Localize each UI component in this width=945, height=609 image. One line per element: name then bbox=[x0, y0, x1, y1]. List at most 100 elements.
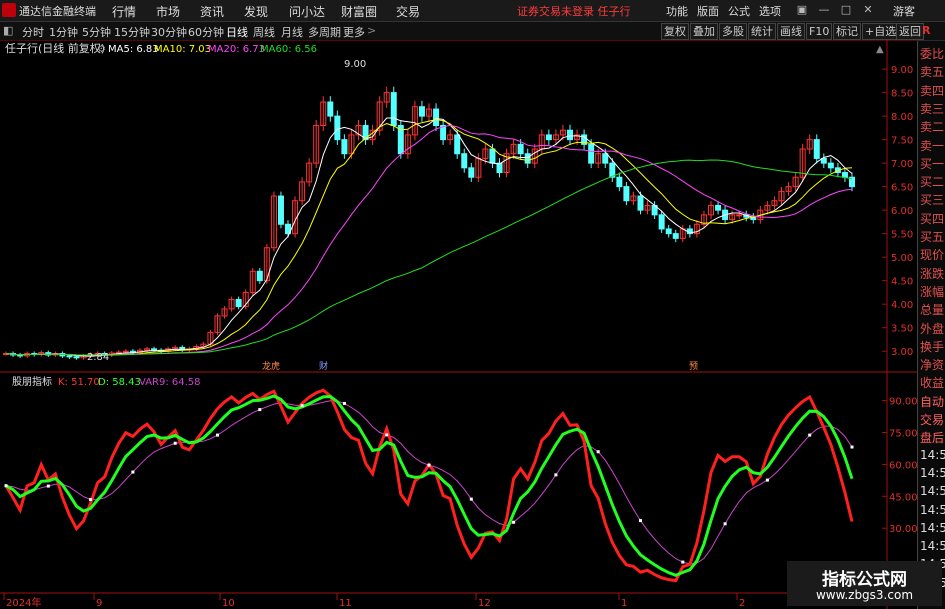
menu-trade[interactable]: 交易 bbox=[396, 3, 420, 20]
side-label: 14:56 bbox=[920, 447, 945, 462]
f10-button[interactable]: F10 bbox=[806, 23, 833, 40]
menu-market[interactable]: 行情 bbox=[112, 3, 136, 20]
add-watchlist-button[interactable]: +自选 bbox=[862, 23, 900, 40]
chevron-right-icon[interactable]: > bbox=[367, 24, 376, 37]
menu-bar: 通达信金融终端 行情 市场 资讯 发现 问小达 财富圈 交易 证券交易未登录 任… bbox=[0, 0, 945, 22]
ma5-label: MA5: 6.83 bbox=[108, 44, 159, 55]
candle-body bbox=[827, 162, 834, 169]
candle-body bbox=[567, 129, 573, 141]
var9-marker bbox=[427, 463, 431, 467]
side-label: 14:56 bbox=[920, 484, 945, 499]
low-marker: 2.84 bbox=[87, 352, 109, 363]
sidebar-toggle-icon[interactable]: ◧ bbox=[3, 24, 13, 37]
side-label: 卖四 bbox=[920, 83, 945, 98]
price-tick-label: 4.00 bbox=[891, 300, 913, 311]
menu-guest[interactable]: 游客 bbox=[893, 3, 915, 19]
candle-body bbox=[736, 214, 743, 217]
overlay-button[interactable]: 叠加 bbox=[690, 23, 718, 40]
side-label: 14:56 bbox=[920, 465, 945, 480]
price-tick-label: 3.00 bbox=[891, 347, 913, 358]
side-label: 换手 bbox=[920, 339, 945, 354]
candle-body bbox=[151, 348, 158, 351]
tab-multi-period[interactable]: 多周期 bbox=[308, 24, 341, 40]
indicator-d: D: 58.43 bbox=[98, 377, 141, 388]
draw-button[interactable]: 画线 bbox=[777, 23, 805, 40]
var9-marker bbox=[258, 408, 262, 412]
tab-more[interactable]: 更多 bbox=[343, 24, 365, 40]
tab-monthly[interactable]: 月线 bbox=[281, 24, 303, 40]
var9-marker bbox=[4, 484, 8, 488]
candle-body bbox=[122, 350, 129, 353]
event-dragon-tiger[interactable]: 龙虎 bbox=[262, 360, 280, 372]
tab-30min[interactable]: 30分钟 bbox=[151, 24, 187, 40]
candle-body bbox=[813, 139, 820, 159]
settings-icon[interactable]: ⚙ bbox=[97, 44, 106, 55]
side-label: 14:56 bbox=[920, 539, 945, 554]
tab-15min[interactable]: 15分钟 bbox=[114, 24, 150, 40]
high-marker: 9.00 bbox=[344, 59, 366, 70]
tab-daily[interactable]: 日线 bbox=[226, 24, 248, 40]
tab-intraday[interactable]: 分时 bbox=[22, 24, 44, 40]
login-notice[interactable]: 证券交易未登录 任子行 bbox=[517, 3, 631, 19]
tab-weekly[interactable]: 周线 bbox=[253, 24, 275, 40]
skin-icon[interactable]: ▣ bbox=[795, 3, 809, 17]
candle-body bbox=[545, 134, 552, 141]
candle-body bbox=[418, 106, 425, 117]
menu-function[interactable]: 功能 bbox=[666, 3, 688, 19]
tab-1min[interactable]: 1分钟 bbox=[49, 24, 78, 40]
maximize-icon[interactable]: □ bbox=[839, 3, 853, 17]
menu-markets[interactable]: 市场 bbox=[156, 3, 180, 20]
side-label: 现价 bbox=[920, 248, 945, 263]
var9-marker bbox=[46, 484, 50, 488]
var9-marker bbox=[342, 401, 346, 405]
side-label: 卖一 bbox=[920, 138, 945, 153]
panel-r-label[interactable]: R bbox=[922, 24, 930, 37]
indicator-k: K: 51.70 bbox=[58, 377, 100, 388]
side-label: 净资 bbox=[920, 358, 945, 373]
indicator-tick-label: 90.00 bbox=[889, 397, 917, 408]
mark-button[interactable]: 标记 bbox=[833, 23, 861, 40]
menu-wealth[interactable]: 财富圈 bbox=[341, 3, 377, 20]
event-finance[interactable]: 财 bbox=[319, 360, 328, 372]
event-forecast[interactable]: 预 bbox=[689, 361, 698, 372]
price-tick-label: 7.50 bbox=[891, 136, 913, 147]
chart-area[interactable]: 任子行(日线 前复权) ⚙ MA5: 6.83 MA10: 7.03 MA20:… bbox=[0, 40, 917, 609]
tab-60min[interactable]: 60分钟 bbox=[188, 24, 224, 40]
side-label: 外盘 bbox=[920, 321, 945, 336]
date-label: 2024年 bbox=[6, 596, 41, 609]
candle-body bbox=[665, 228, 672, 235]
close-icon[interactable]: ✕ bbox=[861, 3, 875, 17]
price-tick-label: 3.50 bbox=[891, 324, 913, 335]
menu-options[interactable]: 选项 bbox=[759, 3, 781, 19]
candle-body bbox=[616, 176, 623, 188]
indicator-tick-label: 75.00 bbox=[889, 429, 917, 440]
menu-ask[interactable]: 问小达 bbox=[289, 3, 325, 20]
side-label: 买四 bbox=[920, 211, 945, 226]
minimize-icon[interactable]: — bbox=[817, 3, 831, 17]
back-button[interactable]: 返回 bbox=[896, 23, 924, 40]
stats-button[interactable]: 统计 bbox=[748, 23, 776, 40]
adjust-button[interactable]: 复权 bbox=[661, 23, 689, 40]
menu-layout[interactable]: 版面 bbox=[697, 3, 719, 19]
tab-5min[interactable]: 5分钟 bbox=[82, 24, 111, 40]
var9-marker bbox=[512, 520, 516, 524]
side-label: 买一 bbox=[920, 156, 945, 171]
side-label: 收益 bbox=[920, 376, 945, 391]
candle-body bbox=[715, 204, 722, 211]
menu-news[interactable]: 资讯 bbox=[200, 3, 224, 20]
candle-body bbox=[517, 143, 524, 155]
menu-discover[interactable]: 发现 bbox=[244, 3, 268, 20]
collapse-icon[interactable]: ▲ bbox=[876, 44, 884, 55]
indicator-tick-label: 45.00 bbox=[889, 492, 917, 503]
ma10-label: MA10: 7.03 bbox=[154, 44, 211, 55]
date-label: 12 bbox=[478, 598, 491, 609]
date-label: 2 bbox=[739, 598, 745, 609]
indicator-var9: VAR9: 64.58 bbox=[139, 377, 201, 388]
multi-stock-button[interactable]: 多股 bbox=[719, 23, 747, 40]
menu-formula[interactable]: 公式 bbox=[728, 3, 750, 19]
var9-marker bbox=[89, 498, 93, 502]
side-label: 买三 bbox=[920, 193, 945, 208]
quote-side-panel[interactable]: 委比 卖五 卖四 卖三 卖二 卖一 买一 买二 买三 买四 买五 现价 涨跌 涨幅 总量 外盘 换手 净资 收益 自动… bbox=[917, 41, 945, 609]
side-label: 总量 bbox=[920, 303, 945, 318]
candle-body bbox=[327, 101, 334, 117]
